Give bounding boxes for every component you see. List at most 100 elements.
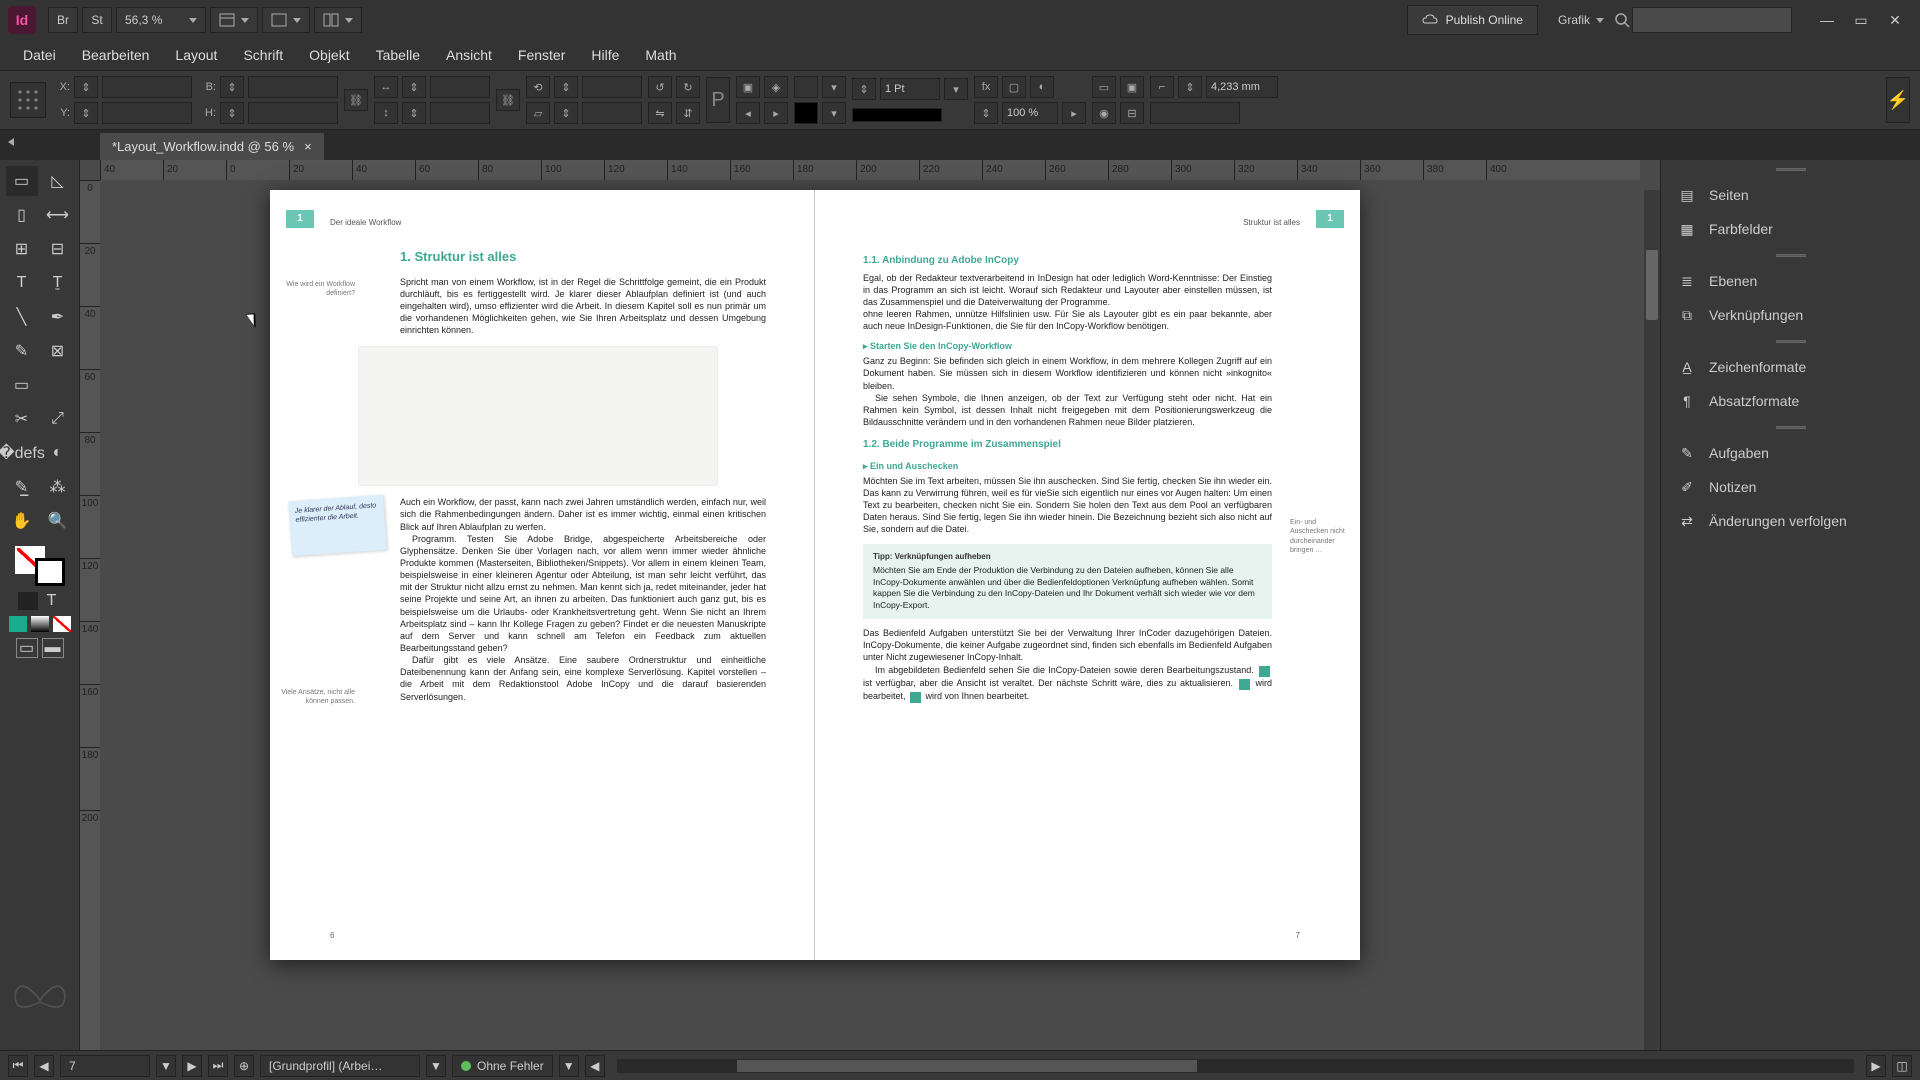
- eyedropper-tool[interactable]: ⁂: [42, 472, 74, 502]
- quick-apply-button[interactable]: ⚡: [1886, 77, 1910, 123]
- profile-dropdown[interactable]: ▼: [426, 1055, 446, 1077]
- stock-button[interactable]: St: [82, 7, 112, 33]
- gradient-feather-tool[interactable]: ◐: [42, 438, 74, 468]
- x-stepper[interactable]: ⇕: [74, 76, 98, 98]
- panel-aenderungen[interactable]: ⇄Änderungen verfolgen: [1661, 504, 1920, 538]
- hand-tool[interactable]: ✋: [6, 506, 38, 536]
- document-tab[interactable]: *Layout_Workflow.indd @ 56 % ×: [100, 133, 324, 160]
- select-content-button[interactable]: ◈: [764, 76, 788, 98]
- stroke-dropdown[interactable]: ▾: [822, 102, 846, 124]
- formatting-container-button[interactable]: [18, 592, 38, 610]
- next-spread-button[interactable]: ▶: [182, 1055, 202, 1077]
- line-tool[interactable]: ╲: [6, 302, 38, 332]
- scale-y-stepper[interactable]: ⇕: [402, 102, 426, 124]
- menu-objekt[interactable]: Objekt: [296, 41, 362, 69]
- ellipse-tool[interactable]: [42, 370, 74, 400]
- apply-none-button[interactable]: [53, 616, 71, 632]
- workspace-switcher[interactable]: Grafik: [1550, 7, 1612, 33]
- document-tab-close-icon[interactable]: ×: [304, 139, 312, 154]
- text-wrap-none-button[interactable]: ▭: [1092, 76, 1116, 98]
- y-field[interactable]: [102, 102, 192, 124]
- menu-datei[interactable]: Datei: [10, 41, 69, 69]
- menu-bearbeiten[interactable]: Bearbeiten: [69, 41, 163, 69]
- corner-radius-field[interactable]: [1206, 76, 1278, 98]
- publish-online-button[interactable]: Publish Online: [1407, 5, 1538, 35]
- flip-horizontal-button[interactable]: ⇋: [648, 102, 672, 124]
- stroke-weight-stepper[interactable]: ⇕: [852, 78, 876, 100]
- dock-grip-icon[interactable]: [1661, 160, 1920, 178]
- scale-x-stepper[interactable]: ⇕: [402, 76, 426, 98]
- formatting-text-button[interactable]: T: [42, 592, 62, 610]
- reference-point-proxy[interactable]: [10, 82, 46, 118]
- scrollbar-thumb[interactable]: [1646, 250, 1658, 320]
- text-wrap-jump-button[interactable]: ⊟: [1120, 102, 1144, 124]
- rotation-stepper[interactable]: ⇕: [554, 76, 578, 98]
- effects-button[interactable]: fx: [974, 76, 998, 98]
- rectangle-frame-tool[interactable]: ⊠: [42, 336, 74, 366]
- selection-tool[interactable]: ▭: [6, 166, 38, 196]
- w-stepper[interactable]: ⇕: [220, 76, 244, 98]
- preflight-profile-select[interactable]: [Grundprofil] (Arbei…: [260, 1055, 420, 1077]
- panel-seiten[interactable]: ▤Seiten: [1661, 178, 1920, 212]
- preflight-dropdown[interactable]: ▼: [559, 1055, 579, 1077]
- h-field[interactable]: [248, 102, 338, 124]
- close-window-button[interactable]: ✕: [1878, 7, 1912, 33]
- content-placer-tool[interactable]: ⊟: [42, 234, 74, 264]
- flip-vertical-button[interactable]: ⇵: [676, 102, 700, 124]
- corner-options-button[interactable]: ⌐: [1150, 76, 1174, 98]
- shear-select[interactable]: [582, 102, 642, 124]
- select-previous-button[interactable]: ◂: [736, 102, 760, 124]
- first-spread-button[interactable]: ⏮: [8, 1055, 28, 1077]
- corner-stepper[interactable]: ⇕: [1178, 76, 1202, 98]
- x-field[interactable]: [102, 76, 192, 98]
- shear-stepper[interactable]: ⇕: [554, 102, 578, 124]
- prev-spread-button[interactable]: ◀: [34, 1055, 54, 1077]
- panel-collapse-icon[interactable]: [8, 138, 14, 146]
- text-wrap-bbox-button[interactable]: ▣: [1120, 76, 1144, 98]
- maximize-button[interactable]: ▭: [1844, 7, 1878, 33]
- search-input[interactable]: [1632, 7, 1792, 33]
- rotate-cw-button[interactable]: ↻: [676, 76, 700, 98]
- split-view-button[interactable]: ◫: [1892, 1055, 1912, 1077]
- scrollbar-thumb[interactable]: [737, 1060, 1197, 1072]
- constrain-proportions-toggle[interactable]: ⛓: [344, 89, 368, 111]
- apply-gradient-button[interactable]: [31, 616, 49, 632]
- preflight-status[interactable]: Ohne Fehler: [452, 1055, 553, 1077]
- pen-tool[interactable]: ✒: [42, 302, 74, 332]
- preview-view-button[interactable]: ▬: [42, 638, 64, 658]
- zoom-tool[interactable]: 🔍: [42, 506, 74, 536]
- drop-shadow-button[interactable]: ▢: [1002, 76, 1026, 98]
- minimize-button[interactable]: —: [1810, 7, 1844, 33]
- w-field[interactable]: [248, 76, 338, 98]
- fill-swatch[interactable]: [794, 76, 818, 98]
- arrange-documents-button[interactable]: [314, 7, 362, 33]
- zoom-level-select[interactable]: 56,3 %: [116, 7, 206, 33]
- fill-dropdown[interactable]: ▾: [822, 76, 846, 98]
- y-stepper[interactable]: ⇕: [74, 102, 98, 124]
- stroke-color-swatch[interactable]: [35, 558, 65, 586]
- page-right[interactable]: 1 Struktur ist alles 1.1. Anbindung zu A…: [815, 190, 1360, 960]
- type-tool[interactable]: T: [6, 268, 38, 298]
- menu-schrift[interactable]: Schrift: [230, 41, 296, 69]
- free-transform-tool[interactable]: ⤢: [42, 404, 74, 434]
- screen-mode-button[interactable]: [262, 7, 310, 33]
- pencil-tool[interactable]: ✎: [6, 336, 38, 366]
- h-stepper[interactable]: ⇕: [220, 102, 244, 124]
- page-number-field[interactable]: 7: [60, 1055, 150, 1077]
- panel-absatzformate[interactable]: ¶Absatzformate: [1661, 384, 1920, 418]
- hscroll-right-button[interactable]: ▶: [1866, 1055, 1886, 1077]
- content-collector-tool[interactable]: ⊞: [6, 234, 38, 264]
- rectangle-tool[interactable]: ▭: [6, 370, 38, 400]
- view-options-button[interactable]: [210, 7, 258, 33]
- note-tool[interactable]: ✎̲: [6, 472, 38, 502]
- menu-fenster[interactable]: Fenster: [505, 41, 578, 69]
- direct-selection-tool[interactable]: ◺: [42, 166, 74, 196]
- scale-x-select[interactable]: [430, 76, 490, 98]
- stroke-weight-dropdown[interactable]: ▾: [944, 78, 968, 100]
- gradient-swatch-tool[interactable]: �defs: [6, 438, 38, 468]
- stroke-weight-field[interactable]: [880, 78, 940, 100]
- vertical-scrollbar[interactable]: [1644, 190, 1660, 1050]
- rotation-select[interactable]: [582, 76, 642, 98]
- menu-math[interactable]: Math: [632, 41, 689, 69]
- normal-view-button[interactable]: ▭: [16, 638, 38, 658]
